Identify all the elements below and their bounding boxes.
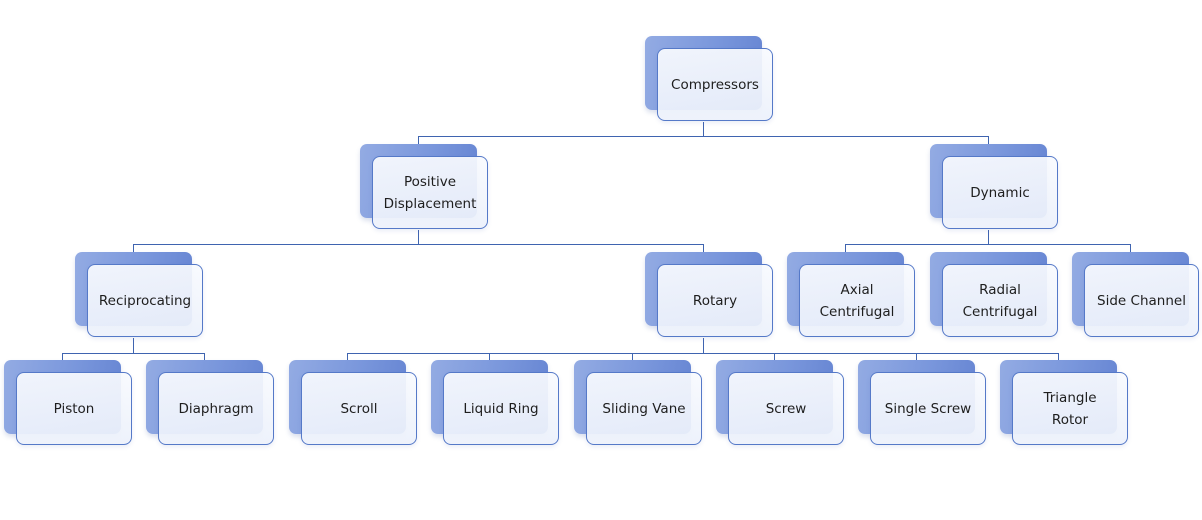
connector [703, 244, 704, 252]
connector [988, 136, 989, 144]
connector [489, 353, 490, 360]
node-label: Triangle Rotor [1043, 389, 1097, 428]
node-side-channel: Side Channel [1072, 252, 1199, 337]
connector [133, 338, 134, 353]
node-box: Side Channel [1084, 264, 1199, 337]
node-compressors: Compressors [645, 36, 773, 121]
node-box: Piston [16, 372, 132, 445]
node-label: Liquid Ring [463, 400, 539, 417]
node-label: Reciprocating [98, 292, 192, 309]
node-box: Scroll [301, 372, 417, 445]
connector [204, 353, 205, 360]
node-label: Single Screw [884, 400, 972, 417]
node-dynamic: Dynamic [930, 144, 1058, 229]
node-diaphragm: Diaphragm [146, 360, 274, 445]
connector [1058, 353, 1059, 360]
connector [347, 353, 348, 360]
node-label: Positive Displacement [383, 173, 477, 212]
node-scroll: Scroll [289, 360, 417, 445]
node-box: Compressors [657, 48, 773, 121]
node-reciprocating: Reciprocating [75, 252, 203, 337]
node-box: Dynamic [942, 156, 1058, 229]
node-box: Sliding Vane [586, 372, 702, 445]
connector [703, 122, 704, 136]
connector [347, 353, 1059, 354]
connector [133, 244, 134, 252]
node-axial-centrifugal: Axial Centrifugal [787, 252, 915, 337]
node-box: Diaphragm [158, 372, 274, 445]
node-label: Dynamic [970, 184, 1030, 201]
connector [62, 353, 205, 354]
connector [418, 230, 419, 244]
node-box: Positive Displacement [372, 156, 488, 229]
node-triangle-rotor: Triangle Rotor [1000, 360, 1128, 445]
node-box: Rotary [657, 264, 773, 337]
node-box: Axial Centrifugal [799, 264, 915, 337]
node-rotary: Rotary [645, 252, 773, 337]
node-box: Radial Centrifugal [942, 264, 1058, 337]
connector [845, 244, 846, 252]
node-radial-centrifugal: Radial Centrifugal [930, 252, 1058, 337]
connector [774, 353, 775, 360]
node-label: Scroll [340, 400, 378, 417]
node-label: Diaphragm [178, 400, 254, 417]
connector [988, 230, 989, 244]
node-label: Side Channel [1097, 292, 1186, 309]
node-label: Sliding Vane [602, 400, 686, 417]
node-label: Compressors [671, 76, 759, 93]
node-box: Reciprocating [87, 264, 203, 337]
connector [845, 244, 1131, 245]
connector [703, 338, 704, 353]
node-single-screw: Single Screw [858, 360, 986, 445]
connector [418, 136, 989, 137]
node-box: Triangle Rotor [1012, 372, 1128, 445]
node-label: Radial Centrifugal [962, 281, 1038, 320]
node-label: Axial Centrifugal [819, 281, 895, 320]
node-label: Rotary [692, 292, 738, 309]
connector [916, 353, 917, 360]
node-box: Screw [728, 372, 844, 445]
node-label: Piston [53, 400, 95, 417]
node-positive-displacement: Positive Displacement [360, 144, 488, 229]
node-sliding-vane: Sliding Vane [574, 360, 702, 445]
connector [1130, 244, 1131, 252]
node-label: Screw [765, 400, 807, 417]
connector [418, 136, 419, 144]
node-box: Liquid Ring [443, 372, 559, 445]
compressor-tree-diagram: Compressors Positive Displacement Dynami… [0, 0, 1202, 520]
connector [133, 244, 704, 245]
connector [62, 353, 63, 360]
node-liquid-ring: Liquid Ring [431, 360, 559, 445]
node-screw: Screw [716, 360, 844, 445]
node-box: Single Screw [870, 372, 986, 445]
node-piston: Piston [4, 360, 132, 445]
connector [632, 353, 633, 360]
